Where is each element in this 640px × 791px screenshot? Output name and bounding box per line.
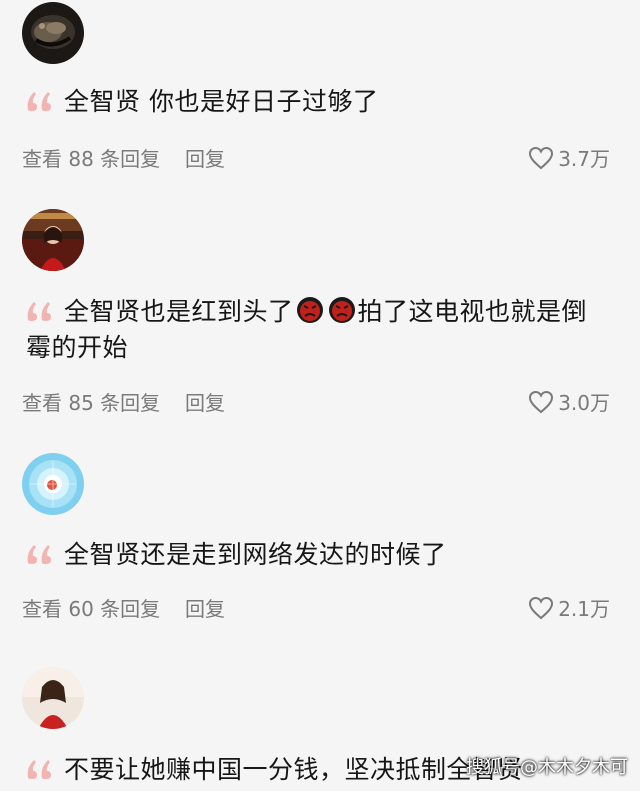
like-button[interactable]: 3.7万	[528, 143, 610, 172]
view-replies-link[interactable]: 查看 88 条回复	[22, 143, 160, 172]
quote-icon	[26, 300, 54, 322]
avatar[interactable]	[22, 2, 84, 64]
avatar[interactable]	[22, 209, 84, 271]
like-count: 3.7万	[558, 147, 610, 171]
comment-text: 全智贤 你也是好日子过够了	[26, 84, 610, 120]
view-replies-link[interactable]: 查看 85 条回复	[22, 387, 160, 416]
comment-text-content: 全智贤还是走到网络发达的时候了	[64, 540, 447, 569]
angry-face-emoji	[328, 296, 356, 324]
quote-icon	[26, 90, 54, 112]
heart-icon	[528, 146, 554, 170]
view-replies-link[interactable]: 查看 60 条回复	[22, 593, 160, 622]
comment-text-content: 全智贤也是红到头了	[64, 297, 294, 326]
comment-feed: 全智贤 你也是好日子过够了 查看 88 条回复 回复 3.7万 全智贤也是红到头…	[0, 0, 640, 791]
angry-face-emoji	[296, 296, 324, 324]
comment-text-continued: 霉的开始	[26, 330, 610, 366]
reply-button[interactable]: 回复	[185, 143, 225, 172]
like-button[interactable]: 3.0万	[528, 387, 610, 416]
heart-icon	[528, 596, 554, 620]
like-count: 2.1万	[558, 597, 610, 621]
comment-meta: 查看 60 条回复 回复 2.1万	[22, 593, 610, 623]
quote-icon	[26, 758, 54, 780]
watermark: 搜狐号@木木夕木可	[466, 757, 628, 778]
avatar[interactable]	[22, 453, 84, 515]
comment-text-content: 拍了这电视也就是倒	[357, 297, 588, 326]
heart-icon	[528, 390, 554, 414]
comment-text-content: 霉的开始	[26, 333, 129, 362]
comment-text: 全智贤还是走到网络发达的时候了	[26, 537, 610, 573]
like-button[interactable]: 2.1万	[528, 593, 610, 622]
comment-text: 全智贤也是红到头了 拍了这电视也就是倒	[26, 294, 610, 330]
comment-text-content: 全智贤 你也是好日子过够了	[64, 87, 379, 116]
avatar[interactable]	[22, 667, 84, 729]
comment-meta: 查看 85 条回复 回复 3.0万	[22, 387, 610, 417]
reply-button[interactable]: 回复	[185, 387, 225, 416]
like-count: 3.0万	[558, 391, 610, 415]
comment-text-content: 不要让她赚中国一分钱，坚决抵制全智贤	[64, 755, 524, 784]
comment-meta: 查看 88 条回复 回复 3.7万	[22, 143, 610, 173]
reply-button[interactable]: 回复	[185, 593, 225, 622]
quote-icon	[26, 543, 54, 565]
